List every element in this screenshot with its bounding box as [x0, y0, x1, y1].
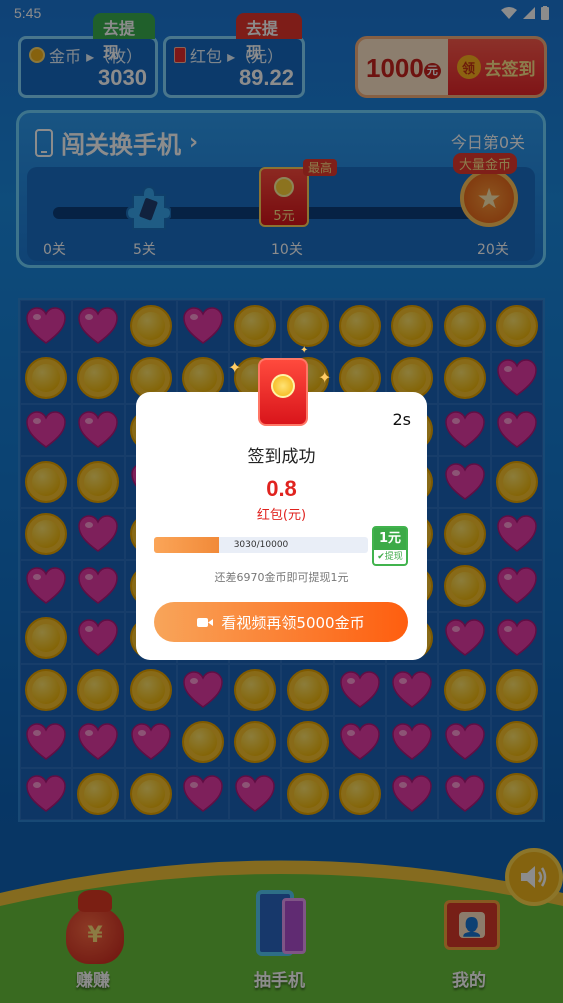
progress-text: 3030/10000	[233, 540, 289, 550]
sparkle-icon: ✦	[228, 358, 242, 377]
check-icon: ✔	[377, 552, 385, 562]
sparkle-icon: ✦	[318, 368, 332, 387]
badge-label: 提现	[384, 552, 403, 562]
reward-unit: 红包(元)	[256, 508, 307, 523]
withdraw-progress-bar: 3030/10000	[154, 537, 368, 553]
reward-amount: 0.8	[266, 476, 297, 501]
video-camera-icon	[197, 617, 214, 627]
countdown-timer: 2s	[392, 410, 411, 429]
dialog-title: 签到成功	[247, 447, 316, 467]
packet-coin-icon	[271, 374, 295, 398]
withdraw-badge: 1元 ✔提现	[372, 526, 408, 566]
watch-video-label: 看视频再领5000金币	[221, 613, 365, 632]
badge-value: 1元	[374, 528, 406, 550]
red-packet-icon	[258, 358, 308, 426]
sparkle-icon: ✦	[300, 345, 309, 356]
progress-hint: 还差6970金币即可提现1元	[214, 571, 349, 584]
watch-video-button[interactable]: 看视频再领5000金币	[154, 602, 408, 642]
sign-in-success-dialog: 2s 签到成功 0.8 红包(元) 3030/10000 1元 ✔提现 还差69…	[136, 392, 427, 660]
